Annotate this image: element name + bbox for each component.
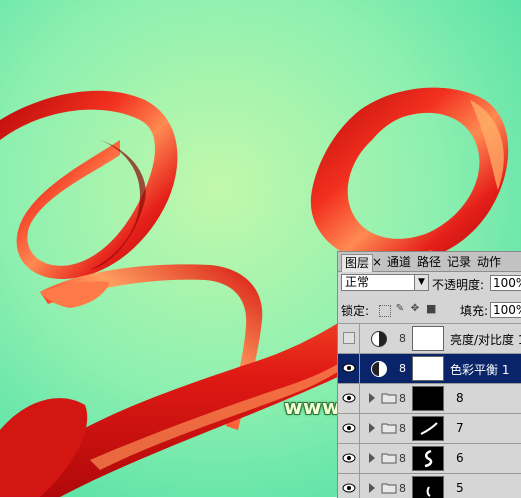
fill-input[interactable]: 100%: [490, 302, 521, 318]
link-icon: 8: [399, 452, 406, 465]
layer-row-group-8[interactable]: 8 8: [338, 383, 521, 413]
layer-mask-thumbnail[interactable]: [412, 356, 444, 381]
visibility-toggle[interactable]: [339, 444, 360, 473]
link-icon: 8: [399, 362, 406, 375]
layer-name: 8: [456, 391, 464, 405]
eye-icon: [342, 483, 356, 493]
fill-label: 填充:: [460, 304, 489, 318]
visibility-toggle[interactable]: [339, 324, 360, 353]
expand-triangle-icon[interactable]: [369, 483, 375, 493]
mask-shape-icon: [420, 422, 438, 435]
link-icon: 8: [399, 392, 406, 405]
folder-icon: [381, 483, 397, 494]
visibility-toggle[interactable]: [339, 414, 360, 443]
lock-all-icon[interactable]: ■: [426, 303, 436, 314]
tab-channels[interactable]: 通道: [384, 254, 414, 271]
layer-name: 色彩平衡 1: [450, 363, 510, 377]
layer-mask-thumbnail[interactable]: [412, 476, 444, 498]
blend-row: 正常 ▼ 不透明度: 100%: [338, 272, 521, 296]
folder-icon: [381, 453, 397, 464]
visibility-toggle[interactable]: [339, 384, 360, 413]
blend-mode-value: 正常: [345, 275, 370, 289]
eye-icon: [342, 453, 356, 463]
expand-triangle-icon[interactable]: [369, 393, 375, 403]
opacity-label: 不透明度:: [432, 278, 485, 292]
link-icon: 8: [399, 422, 406, 435]
visibility-toggle[interactable]: [339, 354, 360, 383]
layer-row-color-balance[interactable]: 8 色彩平衡 1: [338, 353, 521, 383]
opacity-input[interactable]: 100%: [490, 275, 521, 291]
tab-actions[interactable]: 动作: [474, 254, 504, 271]
layer-mask-thumbnail[interactable]: [412, 326, 444, 351]
lock-label: 锁定:: [341, 304, 370, 318]
blend-mode-select[interactable]: 正常 ▼: [341, 274, 429, 291]
folder-icon: [381, 393, 397, 404]
tab-history[interactable]: 记录: [444, 254, 474, 271]
layer-row-group-7[interactable]: 8 7: [338, 413, 521, 443]
eye-icon: [342, 363, 356, 373]
layer-name: 5: [456, 481, 464, 495]
link-icon: 8: [399, 482, 406, 495]
mask-shape-icon: [426, 486, 431, 497]
layer-mask-thumbnail[interactable]: [412, 446, 444, 471]
lock-transparent-icon[interactable]: [379, 305, 391, 317]
layer-name: 6: [456, 451, 464, 465]
lock-move-icon[interactable]: ✥: [410, 304, 420, 314]
visibility-toggle[interactable]: [339, 474, 360, 498]
tab-paths[interactable]: 路径: [414, 254, 444, 271]
layer-row-group-5[interactable]: 8 5: [338, 473, 521, 498]
tab-layers[interactable]: 图层: [341, 254, 374, 272]
layer-mask-thumbnail[interactable]: [412, 386, 444, 411]
eye-icon: [342, 423, 356, 433]
chevron-down-icon: ▼: [414, 275, 428, 290]
layer-row-group-6[interactable]: 8 6: [338, 443, 521, 473]
mask-shape-icon: [424, 449, 433, 468]
adjustment-layer-icon: [371, 331, 387, 347]
layers-panel: 图层 × 通道 路径 记录 动作 正常 ▼ 不透明度: 100% 锁定: ✎ ✥…: [337, 251, 521, 498]
expand-triangle-icon[interactable]: [369, 423, 375, 433]
eye-icon: [342, 393, 356, 403]
folder-icon: [381, 423, 397, 434]
lock-paint-icon[interactable]: ✎: [395, 304, 405, 314]
lock-row: 锁定: ✎ ✥ ■ 填充: 100%: [338, 298, 521, 322]
visibility-off-icon: [343, 332, 355, 344]
layer-mask-thumbnail[interactable]: [412, 416, 444, 441]
panel-tab-bar: 图层 × 通道 路径 记录 动作: [338, 252, 521, 272]
expand-triangle-icon[interactable]: [369, 453, 375, 463]
layer-name: 7: [456, 421, 464, 435]
adjustment-layer-icon: [371, 361, 387, 377]
layer-row-brightness-contrast[interactable]: 8 亮度/对比度 1: [338, 323, 521, 353]
link-icon: 8: [399, 332, 406, 345]
layer-name: 亮度/对比度 1: [450, 333, 521, 347]
tab-close-icon[interactable]: ×: [371, 254, 383, 271]
